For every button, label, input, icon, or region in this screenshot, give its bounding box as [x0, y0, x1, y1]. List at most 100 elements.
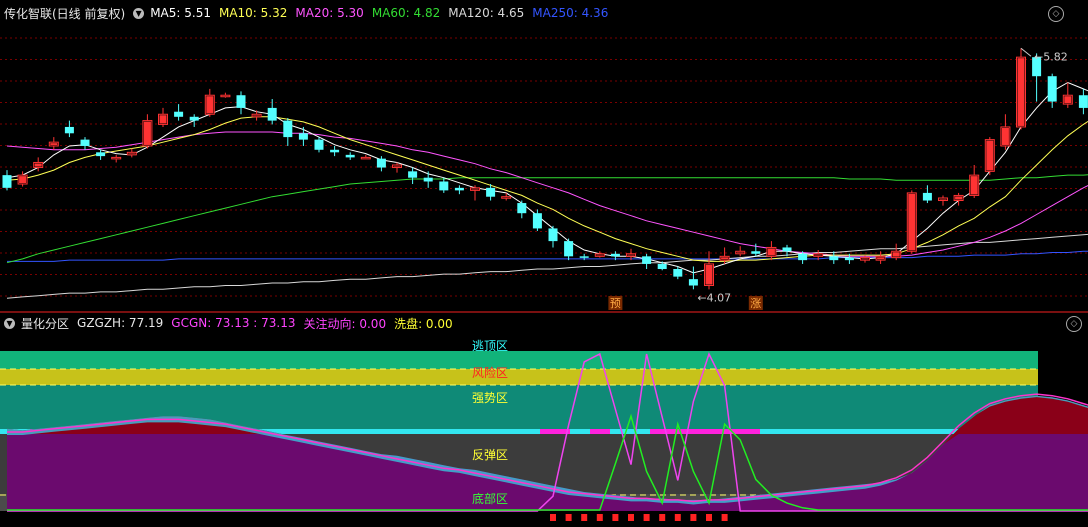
- candle-body-down: [673, 269, 683, 277]
- bottom-signal-marker: [643, 514, 650, 521]
- candle-body-down: [345, 154, 355, 158]
- bottom-signal-marker: [659, 514, 666, 521]
- candle-body-fill: [705, 264, 713, 285]
- price-chart-pane[interactable]: 传化智联(日线 前复权) ▾ MA5: 5.51 MA10: 5.32 MA20…: [0, 0, 1088, 312]
- candle-body-fill: [1064, 96, 1072, 104]
- zone-risk-band: [0, 369, 1038, 385]
- zone-label: 反弹区: [472, 448, 508, 462]
- candle-body-down: [517, 203, 527, 214]
- zone-label: 底部区: [472, 491, 508, 506]
- zone-indicator-chart: 逃顶区风险区强势区反弹区底部区: [0, 339, 1088, 521]
- candle-body-down: [96, 152, 106, 157]
- zone-label: 风险区: [472, 365, 508, 380]
- candle-body-down: [376, 158, 386, 168]
- candle-body-fill: [970, 176, 978, 195]
- candle-body-down: [751, 251, 761, 254]
- bottom-signal-marker: [721, 514, 728, 521]
- zone-label: 逃顶区: [472, 339, 508, 353]
- bottom-signal-marker: [612, 514, 619, 521]
- candle-body-down: [642, 256, 652, 264]
- candle-body-down: [798, 253, 808, 261]
- candle-body-down: [548, 228, 558, 242]
- candle-body-down: [2, 175, 12, 188]
- candle-body-fill: [767, 248, 775, 256]
- candle-body-fill: [1001, 127, 1009, 145]
- candle-body-fill: [1017, 58, 1025, 126]
- candle-body-down: [922, 192, 932, 201]
- bottom-signal-marker: [674, 514, 681, 521]
- high-price-label: ←5.82: [1034, 50, 1068, 63]
- candle-body-fill: [471, 188, 479, 190]
- ma10-line: [6, 116, 1088, 262]
- candle-body-fill: [955, 196, 963, 200]
- candle-body-down: [174, 111, 184, 117]
- candle-body-down: [579, 256, 589, 258]
- candle-body-down: [283, 120, 293, 138]
- candle-body-fill: [253, 115, 261, 116]
- candle-body-up: [360, 156, 371, 160]
- candle-body-down: [423, 177, 433, 182]
- candle-body-down: [829, 256, 839, 261]
- candle-body-fill: [721, 257, 729, 260]
- candle-body-fill: [627, 254, 635, 256]
- bottom-signal-marker: [706, 514, 712, 521]
- candle-body-down: [236, 95, 246, 108]
- ma20-line: [6, 131, 1088, 257]
- candle-body-down: [657, 263, 667, 270]
- candle-body-fill: [34, 163, 42, 167]
- candle-body-fill: [50, 143, 58, 145]
- ma60-line: [6, 174, 1088, 264]
- candle-body-up: [501, 196, 512, 199]
- candle-body-down: [439, 181, 449, 191]
- candle-body-fill: [908, 193, 916, 251]
- candle-body-down: [64, 126, 74, 134]
- candle-body-down: [486, 187, 496, 197]
- high-arrow: [1020, 47, 1032, 57]
- bottom-signal-marker: [550, 514, 556, 521]
- bottom-signal-marker: [628, 514, 634, 521]
- candle-body-down: [314, 139, 324, 150]
- candle-body-up: [220, 94, 231, 98]
- candle-body-up: [111, 156, 122, 160]
- candle-body-fill: [159, 115, 167, 124]
- bottom-signal-marker: [565, 514, 572, 521]
- candle-body-down: [298, 133, 308, 140]
- candle-body-fill: [393, 166, 401, 167]
- candle-body-down: [189, 116, 199, 121]
- candle-body-down: [454, 187, 464, 191]
- candle-body-down: [610, 253, 620, 257]
- candle-body-down: [408, 171, 418, 178]
- divider-segment: [590, 429, 610, 434]
- low-price-label: ←4.07: [697, 291, 731, 304]
- rise-signal-badge: 涨: [750, 297, 761, 310]
- zone-label: 强势区: [472, 391, 508, 405]
- candle-body-down: [330, 149, 340, 153]
- bottom-signal-marker: [581, 514, 588, 521]
- candle-body-fill: [892, 252, 900, 257]
- indicator-pane[interactable]: ▾ 量化分区 GZGZH: 77.19 GCGN: 73.13 : 73.13 …: [0, 313, 1088, 527]
- candle-body-down: [1078, 95, 1088, 108]
- candlestick-chart: ←5.82 ←4.07 预 涨: [0, 37, 1088, 310]
- divider-segment: [540, 429, 570, 434]
- bottom-signal-marker: [596, 514, 603, 521]
- candle-body-fill: [19, 176, 27, 184]
- candle-body-down: [688, 279, 698, 286]
- candle-body-down: [844, 257, 854, 261]
- candle-body-down: [267, 107, 277, 121]
- candle-body-fill: [206, 96, 214, 114]
- bottom-signal-marker: [690, 514, 697, 521]
- candle-body-fill: [128, 153, 136, 154]
- candle-body-fill: [939, 198, 947, 200]
- candle-body-down: [564, 241, 574, 257]
- candle-body-down: [80, 139, 90, 146]
- candle-body-down: [782, 247, 792, 252]
- candle-body-fill: [814, 254, 822, 256]
- candle-body-down: [532, 213, 542, 229]
- pre-signal-badge: 预: [610, 297, 621, 310]
- candle-body-fill: [986, 140, 994, 171]
- candle-body-fill: [143, 121, 151, 145]
- zone-escape-top-band: [0, 351, 1038, 369]
- candle-body-down: [1047, 76, 1057, 102]
- candle-body-fill: [877, 257, 885, 260]
- candle-body-fill: [736, 252, 744, 253]
